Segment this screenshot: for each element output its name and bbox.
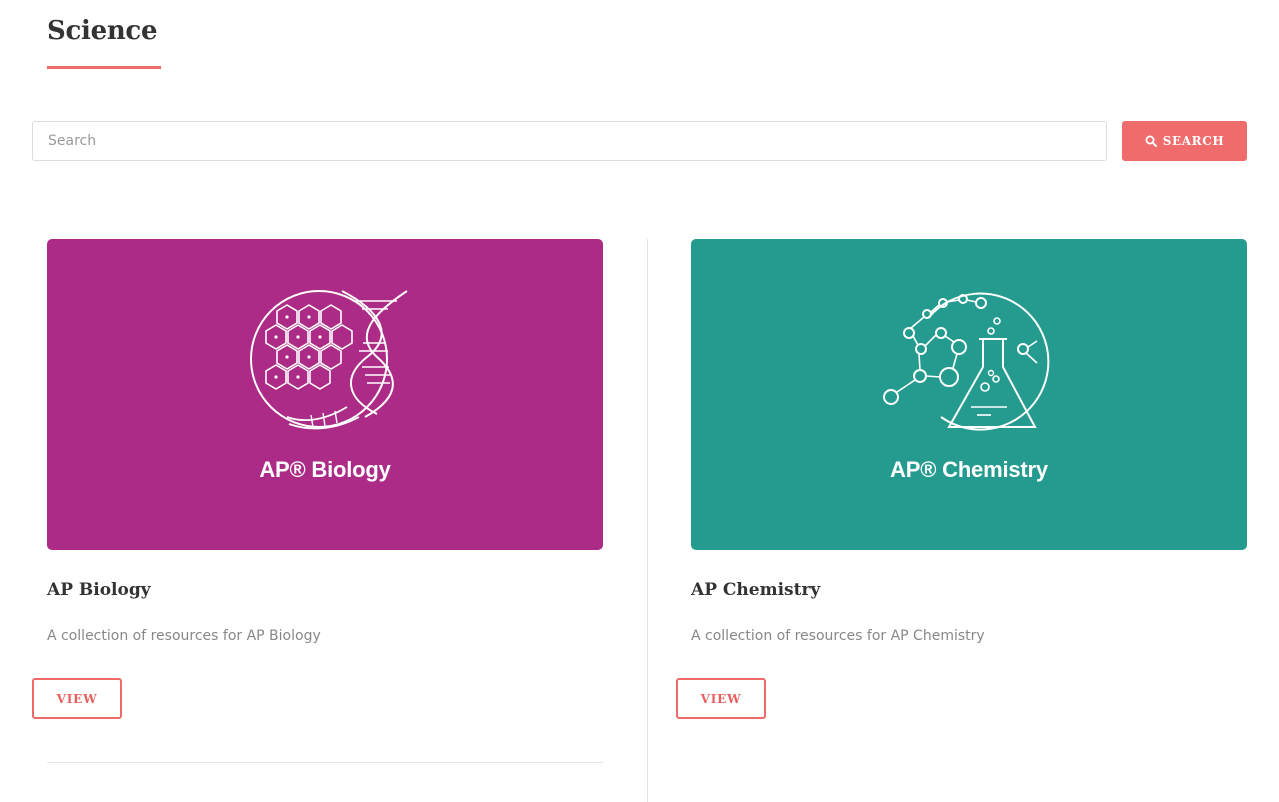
card-image-caption: AP® Biology: [259, 457, 391, 482]
search-input[interactable]: [32, 121, 1107, 161]
card-separator: [47, 762, 603, 763]
title-underline: [47, 66, 161, 69]
flask-molecule-icon: [883, 292, 1050, 431]
card-image-biology[interactable]: AP® Biology: [47, 239, 603, 550]
view-button[interactable]: VIEW: [676, 678, 766, 719]
card-description: A collection of resources for AP Chemist…: [691, 628, 985, 644]
search-icon: [1145, 135, 1157, 147]
card-title[interactable]: AP Chemistry: [691, 580, 820, 600]
course-card-biology: AP® Biology AP Biology A collection of r…: [32, 239, 604, 719]
dna-cell-icon: [250, 290, 408, 430]
card-image-chemistry[interactable]: AP® Chemistry: [691, 239, 1247, 550]
card-title[interactable]: AP Biology: [47, 580, 151, 600]
search-button-label: SEARCH: [1162, 134, 1225, 148]
view-button[interactable]: VIEW: [32, 678, 122, 719]
card-description: A collection of resources for AP Biology: [47, 628, 321, 644]
search-button[interactable]: SEARCH: [1122, 121, 1247, 161]
page-title: Science: [47, 16, 158, 46]
card-image-caption: AP® Chemistry: [890, 457, 1048, 482]
column-divider: [647, 239, 648, 802]
course-card-chemistry: AP® Chemistry AP Chemistry A collection …: [676, 239, 1248, 719]
